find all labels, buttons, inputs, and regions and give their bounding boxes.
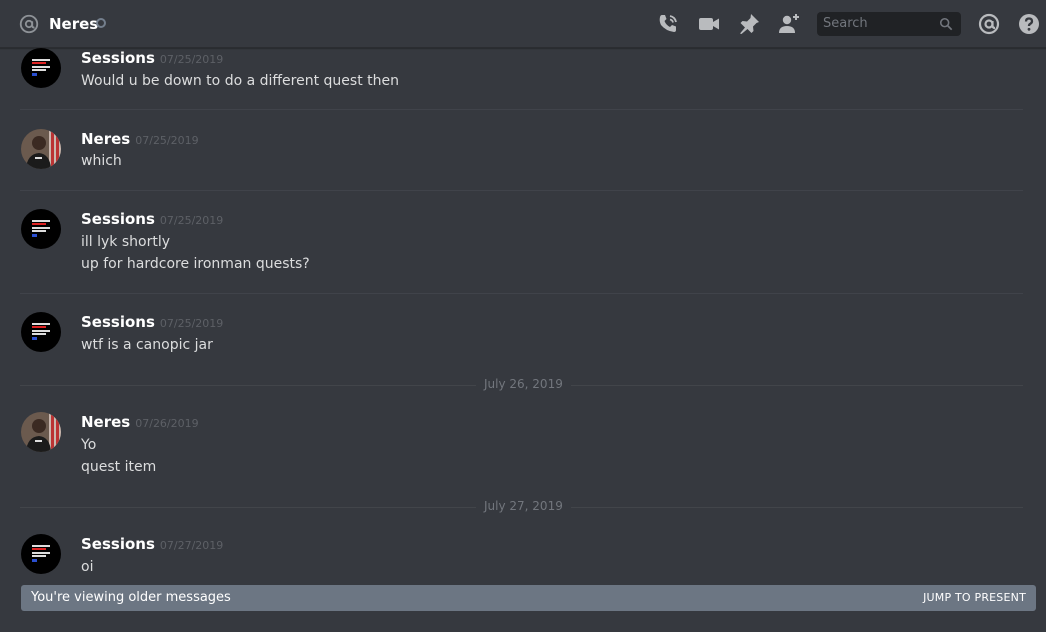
message-author[interactable]: Sessions 07/25/2019: [81, 209, 223, 231]
avatar[interactable]: [21, 48, 61, 88]
message-author[interactable]: Sessions 07/25/2019: [81, 312, 223, 334]
message-list: Sessions 07/25/2019 Would u be down to do…: [0, 48, 1046, 632]
jump-to-present-button[interactable]: JUMP TO PRESENT: [923, 591, 1026, 605]
at-icon: [19, 14, 39, 34]
message-timestamp: 07/25/2019: [159, 53, 224, 66]
avatar[interactable]: [21, 312, 61, 352]
message-text: oi: [81, 559, 94, 575]
status-indicator-icon: [96, 18, 106, 28]
message-timestamp: 07/25/2019: [159, 214, 224, 227]
message-divider: [20, 109, 1023, 110]
message-author[interactable]: Neres 07/26/2019: [81, 412, 199, 434]
message-text: Would u be down to do a different quest …: [81, 73, 399, 89]
message-timestamp: 07/25/2019: [135, 134, 199, 147]
avatar[interactable]: [21, 534, 61, 574]
neres-avatar-icon: [21, 412, 61, 452]
message-author[interactable]: Sessions 07/25/2019: [81, 48, 223, 70]
search-input[interactable]: Search: [817, 12, 961, 36]
message-author[interactable]: Sessions 07/27/2019: [81, 534, 223, 556]
message-timestamp: 07/25/2019: [159, 317, 224, 330]
message-text: wtf is a canopic jar: [81, 337, 213, 353]
video-call-icon[interactable]: [697, 12, 721, 36]
avatar[interactable]: [21, 129, 61, 169]
message-timestamp: 07/27/2019: [159, 539, 224, 552]
message-author[interactable]: Neres 07/25/2019: [81, 129, 199, 151]
sessions-avatar-icon: [21, 48, 61, 88]
message-divider: [20, 190, 1023, 191]
avatar[interactable]: [21, 209, 61, 249]
sessions-avatar-icon: [21, 312, 61, 352]
message-text: ill lyk shortly: [81, 234, 171, 250]
message-text: up for hardcore ironman quests?: [81, 256, 310, 272]
channel-title: Neres: [49, 15, 99, 33]
older-messages-bar: You're viewing older messages JUMP TO PR…: [21, 585, 1036, 611]
message-divider: [20, 293, 1023, 294]
search-icon: [939, 17, 953, 31]
avatar[interactable]: [21, 412, 61, 452]
older-messages-text: You're viewing older messages: [31, 590, 231, 605]
add-friend-icon[interactable]: [777, 12, 801, 36]
message-text: which: [81, 153, 122, 169]
message-text: Yo: [81, 437, 97, 453]
help-icon[interactable]: [1017, 12, 1041, 36]
sessions-avatar-icon: [21, 534, 61, 574]
message-text: quest item: [81, 459, 157, 475]
pin-icon[interactable]: [737, 12, 761, 36]
message-timestamp: 07/26/2019: [135, 417, 199, 430]
sessions-avatar-icon: [21, 209, 61, 249]
call-icon[interactable]: [656, 12, 680, 36]
date-divider-label: July 27, 2019: [476, 499, 571, 513]
neres-avatar-icon: [21, 129, 61, 169]
channel-header: Neres Search: [0, 0, 1046, 48]
search-placeholder: Search: [823, 16, 868, 31]
mentions-icon[interactable]: [977, 12, 1001, 36]
date-divider-label: July 26, 2019: [476, 377, 571, 391]
